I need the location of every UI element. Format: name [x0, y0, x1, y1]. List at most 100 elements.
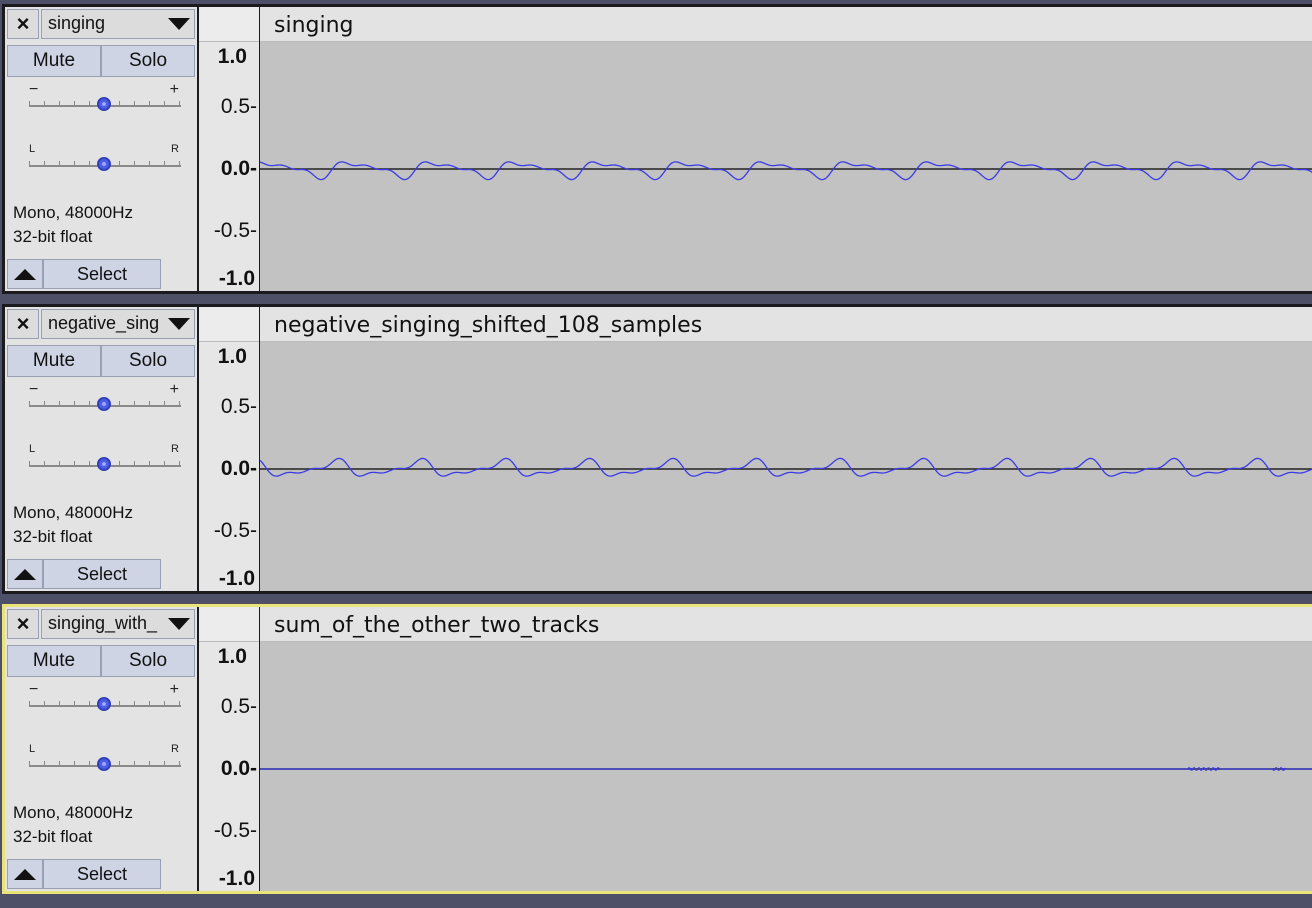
slider-tick: [74, 761, 75, 765]
scale-label: -0.5-: [213, 819, 257, 842]
scale-label: 0.0-: [220, 157, 257, 180]
track-name-menu[interactable]: singing_with_: [41, 609, 195, 639]
track-name-label: singing_with_: [48, 613, 158, 633]
slider-tick: [164, 461, 165, 465]
sample-rate-label: Mono, 48000Hz: [13, 203, 134, 222]
slider-tick: [89, 701, 90, 705]
waveform: [260, 766, 1312, 772]
slider-tick: [74, 161, 75, 165]
sample-format-label: 32-bit float: [13, 227, 93, 246]
slider-tick: [74, 461, 75, 465]
chevron-down-icon: [168, 318, 190, 330]
scale-label: 0.5-: [220, 695, 257, 718]
waveform-area[interactable]: sum_of_the_other_two_tracks: [260, 607, 1312, 891]
track-1: × negative_sing Mute Solo − + L R Mono, …: [2, 304, 1312, 594]
track-name-label: singing: [48, 13, 106, 33]
gain-slider-knob[interactable]: [97, 397, 111, 411]
slider-tick: [74, 701, 75, 705]
collapse-track-button[interactable]: [7, 259, 43, 289]
slider-tick: [149, 761, 150, 765]
close-track-button[interactable]: ×: [7, 609, 39, 639]
pan-slider[interactable]: L R: [27, 143, 183, 175]
collapse-track-button[interactable]: [7, 859, 43, 889]
gain-slider-knob[interactable]: [97, 697, 111, 711]
waveform-area[interactable]: negative_singing_shifted_108_samples: [260, 307, 1312, 591]
sample-rate-label: Mono, 48000Hz: [13, 803, 134, 822]
ruler-header: [199, 307, 259, 342]
slider-tick: [89, 401, 90, 405]
select-track-button[interactable]: Select: [43, 559, 161, 589]
pan-slider[interactable]: L R: [27, 443, 183, 475]
scale-label: 1.0: [217, 345, 247, 368]
scale-label: 1.0: [217, 645, 247, 668]
slider-tick: [119, 701, 120, 705]
slider-tick: [29, 101, 30, 105]
slider-tick: [29, 761, 30, 765]
slider-tick: [164, 101, 165, 105]
track-2: × singing_with_ Mute Solo − + L R Mono, …: [2, 604, 1312, 894]
pan-right-label: R: [171, 143, 179, 155]
chevron-down-icon: [168, 618, 190, 630]
slider-tick: [149, 461, 150, 465]
waveform-area[interactable]: singing: [260, 7, 1312, 291]
track-inner: × singing Mute Solo − + L R Mono, 48000H…: [5, 7, 1312, 291]
track-name-label: negative_sing: [48, 313, 160, 333]
pan-right-label: R: [171, 443, 179, 455]
slider-tick: [29, 461, 30, 465]
gain-slider-knob[interactable]: [97, 97, 111, 111]
slider-tick: [134, 401, 135, 405]
track-control-panel: × singing_with_ Mute Solo − + L R Mono, …: [5, 607, 199, 891]
slider-tick: [89, 101, 90, 105]
track-0: × singing Mute Solo − + L R Mono, 48000H…: [2, 4, 1312, 294]
waveform: [260, 161, 1312, 181]
pan-left-label: L: [29, 443, 36, 455]
slider-tick: [59, 701, 60, 705]
slider-tick: [29, 161, 30, 165]
slider-tick: [134, 701, 135, 705]
scale-label: -0.5-: [213, 219, 257, 242]
gain-minus-label: −: [29, 81, 39, 98]
mute-button[interactable]: Mute: [7, 345, 101, 377]
vertical-ruler: 1.0 0.5- 0.0- -0.5- -1.0: [199, 607, 260, 891]
track-name-menu[interactable]: singing: [41, 9, 195, 39]
slider-tick: [59, 761, 60, 765]
slider-tick: [149, 401, 150, 405]
close-icon: ×: [16, 311, 30, 336]
slider-tick: [74, 101, 75, 105]
close-track-button[interactable]: ×: [7, 309, 39, 339]
collapse-up-icon: [14, 569, 36, 580]
slider-tick: [44, 761, 45, 765]
slider-tick: [179, 401, 180, 405]
chevron-down-icon: [168, 18, 190, 30]
gain-slider[interactable]: − +: [27, 681, 183, 715]
pan-slider-knob[interactable]: [97, 757, 111, 771]
pan-slider[interactable]: L R: [27, 743, 183, 775]
slider-tick: [149, 701, 150, 705]
select-track-button[interactable]: Select: [43, 259, 161, 289]
slider-tick: [134, 461, 135, 465]
track-name-menu[interactable]: negative_sing: [41, 309, 195, 339]
track-control-panel: × singing Mute Solo − + L R Mono, 48000H…: [5, 7, 199, 291]
pan-slider-knob[interactable]: [97, 457, 111, 471]
pan-right-label: R: [171, 743, 179, 755]
select-track-button[interactable]: Select: [43, 859, 161, 889]
pan-slider-knob[interactable]: [97, 157, 111, 171]
close-track-button[interactable]: ×: [7, 9, 39, 39]
slider-tick: [59, 101, 60, 105]
pan-left-label: L: [29, 143, 36, 155]
gain-slider[interactable]: − +: [27, 381, 183, 415]
mute-button[interactable]: Mute: [7, 45, 101, 77]
solo-button[interactable]: Solo: [101, 45, 195, 77]
slider-tick: [119, 761, 120, 765]
gain-slider[interactable]: − +: [27, 81, 183, 115]
gain-plus-label: +: [169, 81, 179, 98]
pan-left-label: L: [29, 743, 36, 755]
slider-tick: [119, 461, 120, 465]
gain-plus-label: +: [169, 381, 179, 398]
slider-tick: [44, 401, 45, 405]
collapse-track-button[interactable]: [7, 559, 43, 589]
solo-button[interactable]: Solo: [101, 645, 195, 677]
solo-button[interactable]: Solo: [101, 345, 195, 377]
mute-button[interactable]: Mute: [7, 645, 101, 677]
ruler-header: [199, 7, 259, 42]
